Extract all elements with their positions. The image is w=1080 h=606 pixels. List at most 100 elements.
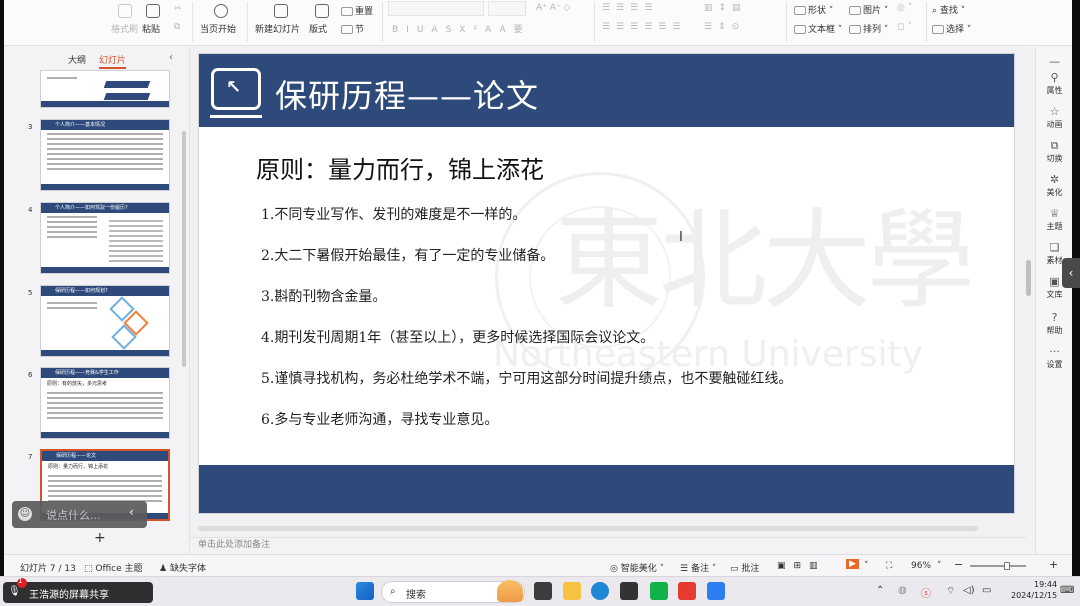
task-view-icon[interactable] (534, 582, 552, 600)
font-size-select[interactable] (488, 1, 526, 16)
shapes-icon (794, 6, 806, 15)
chevron-left-icon[interactable]: ‹ (129, 505, 134, 519)
select-button[interactable]: 选择 ˅ (932, 22, 971, 35)
meeting-app-icon[interactable] (707, 582, 725, 600)
rail-item-settings[interactable]: ··· 设置 (1036, 345, 1072, 370)
notes-field[interactable]: 单击此处添加备注 (190, 537, 1026, 554)
comment-input[interactable]: 说点什么... (46, 507, 101, 523)
list-item: 3.斟酌刊物含金量。 (261, 289, 387, 305)
battery-icon[interactable]: ▭ (982, 585, 991, 596)
slideshow-options[interactable]: ˅ (864, 561, 869, 571)
slide-thumbnail-5[interactable]: 保研历程——如何规划? (40, 285, 170, 357)
zoom-slider-handle[interactable] (1004, 562, 1010, 570)
text-cursor-icon: I (679, 230, 683, 245)
transition-icon: ⧉ (1050, 139, 1059, 152)
weather-widget-icon[interactable] (497, 580, 523, 602)
rail-item-beautify[interactable]: ✲ 美化 (1036, 173, 1072, 198)
section-button[interactable]: 节 (341, 22, 364, 35)
comment-widget[interactable]: ☺ 说点什么... ‹ (12, 501, 147, 528)
system-clock[interactable]: 19:44 2024/12/15 (1011, 579, 1057, 601)
zoom-out-button[interactable]: − (954, 558, 963, 571)
new-slide-button[interactable]: 新建幻灯片 (255, 22, 300, 35)
rail-item-theme[interactable]: ♕ 主题 (1036, 207, 1072, 232)
rail-item-help[interactable]: ? 帮助 (1036, 311, 1072, 336)
side-expand-tab[interactable]: ‹ (1062, 258, 1080, 288)
shapes-button[interactable]: 形状 ˅ (794, 3, 833, 16)
missing-font-indicator[interactable]: ♟ 缺失字体 (159, 561, 206, 574)
outline-button[interactable]: ◻ ˅ (897, 22, 912, 32)
text-direction-buttons[interactable]: ▥↕▤ (704, 3, 747, 13)
zoom-level[interactable]: 96% (911, 561, 931, 571)
windows-start-icon[interactable] (356, 582, 374, 600)
assets-icon: ❏ (1049, 241, 1060, 254)
file-explorer-icon[interactable] (563, 582, 581, 600)
add-slide-button[interactable]: + (94, 530, 106, 546)
tab-slides[interactable]: 幻灯片 (98, 56, 126, 69)
zoom-in-button[interactable]: + (1049, 558, 1058, 571)
slide-thumbnail-4[interactable]: 个人简介——如何驾驭一份履历? (40, 202, 170, 274)
paste-icon (146, 4, 160, 18)
view-mode-buttons[interactable]: ▣⊞▥ (777, 561, 826, 571)
slide-canvas: ↖ 保研历程——论文 東北大學 Northeastern University … (190, 47, 1026, 537)
wps-icon[interactable] (678, 582, 696, 600)
screen-share-indicator[interactable]: 🎙 1 王浩源的屏幕共享 (3, 577, 153, 603)
style-fill-button[interactable]: ◎ ˅ (897, 3, 912, 13)
rail-collapse[interactable]: — (1036, 55, 1072, 69)
rail-item-transition[interactable]: ⧉ 切换 (1036, 139, 1072, 164)
font-size-controls[interactable]: A⁺ A⁻ ◇ (536, 3, 570, 13)
font-style-buttons[interactable]: BIUASX²AA要 (392, 22, 531, 35)
thumbnail-subtitle: 原则：有的放矢，多元思考 (47, 381, 108, 387)
collapse-panel-icon[interactable]: ‹ (169, 52, 173, 63)
show-hidden-icons[interactable]: ⌃ (876, 585, 884, 596)
notification-center-icon[interactable]: ⌨ (1060, 585, 1074, 596)
store-icon[interactable] (620, 582, 638, 600)
current-slide[interactable]: ↖ 保研历程——论文 東北大學 Northeastern University … (198, 53, 1015, 514)
reset-button[interactable]: 重置 (341, 4, 373, 17)
paste-button[interactable]: 粘贴 (142, 22, 160, 35)
wechat-icon[interactable] (650, 582, 668, 600)
play-slideshow-button[interactable]: ▶ (846, 559, 859, 569)
copy-icon[interactable]: ⧉ (174, 22, 180, 32)
list-buttons[interactable]: ☰☰☰☰ (602, 3, 658, 13)
vertical-scrollbar[interactable] (1026, 260, 1031, 296)
layout-button[interactable]: 版式 (309, 22, 327, 35)
cut-icon[interactable]: ✂ (174, 4, 182, 14)
list-item: 2.大二下暑假开始最佳，有了一定的专业储备。 (261, 248, 555, 264)
find-button[interactable]: ⌕ 查找 ˅ (932, 3, 965, 16)
font-family-select[interactable] (388, 1, 484, 16)
list-item: 5.谨慎寻找机构，务必杜绝学术不端，宁可用这部分时间提升绩点，也不要触碰红线。 (261, 371, 793, 387)
theme-indicator[interactable]: ⬚ Office 主题 (84, 561, 143, 574)
textbox-button[interactable]: 文本框 ˅ (794, 22, 842, 35)
notes-toggle[interactable]: ☰ 备注 ˅ (680, 561, 716, 574)
fit-window-button[interactable]: ⛶ (886, 561, 892, 571)
list-item: 1.不同专业写作、发刊的难度是不一样的。 (261, 207, 527, 223)
spacing-buttons[interactable]: ☰⇕⊙ (704, 22, 745, 32)
arrange-button[interactable]: 排列 ˅ (849, 22, 888, 35)
rail-item-animation[interactable]: ☆ 动画 (1036, 105, 1072, 130)
font-warning-icon: ♟ (159, 564, 168, 574)
right-tool-rail: — ⚲ 属性 ☆ 动画 ⧉ 切换 ✲ 美化 ♕ 主题 ❏ 素材 ▣ 文库 ? 帮助 ··· 设置 (1035, 47, 1072, 554)
animation-icon: ☆ (1049, 105, 1060, 118)
reset-icon (341, 7, 353, 16)
horizontal-scrollbar[interactable] (198, 526, 978, 531)
volume-icon[interactable]: ◁) (963, 585, 975, 596)
start-from-current-button[interactable]: 当页开始 (200, 22, 236, 35)
security-icon[interactable]: ◍ (898, 585, 907, 596)
smart-beautify-button[interactable]: ◎ 智能美化 ˅ (610, 561, 664, 574)
comments-toggle[interactable]: ▭ 批注 (730, 561, 759, 574)
slide-thumbnail-3[interactable]: 个人简介——基本情况 (40, 119, 170, 191)
panel-scrollbar[interactable] (182, 131, 186, 367)
format-painter-button[interactable]: 格式刷 (111, 22, 138, 35)
zoom-slider[interactable] (970, 565, 1026, 567)
list-item: 6.多与专业老师沟通，寻找专业意见。 (261, 412, 499, 428)
edge-browser-icon[interactable] (591, 582, 609, 600)
wps-tray-icon[interactable]: ⓢ (921, 585, 931, 600)
network-icon[interactable]: ⌔ (946, 585, 955, 598)
align-buttons[interactable]: ☰☰☰☰☰☰ (602, 22, 686, 32)
zoom-menu[interactable]: ˅ (937, 561, 942, 571)
tab-outline[interactable]: 大纲 (68, 56, 86, 66)
picture-button[interactable]: 图片 ˅ (849, 3, 888, 16)
rail-item-properties[interactable]: ⚲ 属性 (1036, 71, 1072, 96)
slide-thumbnail-2[interactable] (40, 70, 170, 108)
slide-thumbnail-6[interactable]: 保研历程——竞赛&学生工作 原则：有的放矢，多元思考 (40, 367, 170, 439)
